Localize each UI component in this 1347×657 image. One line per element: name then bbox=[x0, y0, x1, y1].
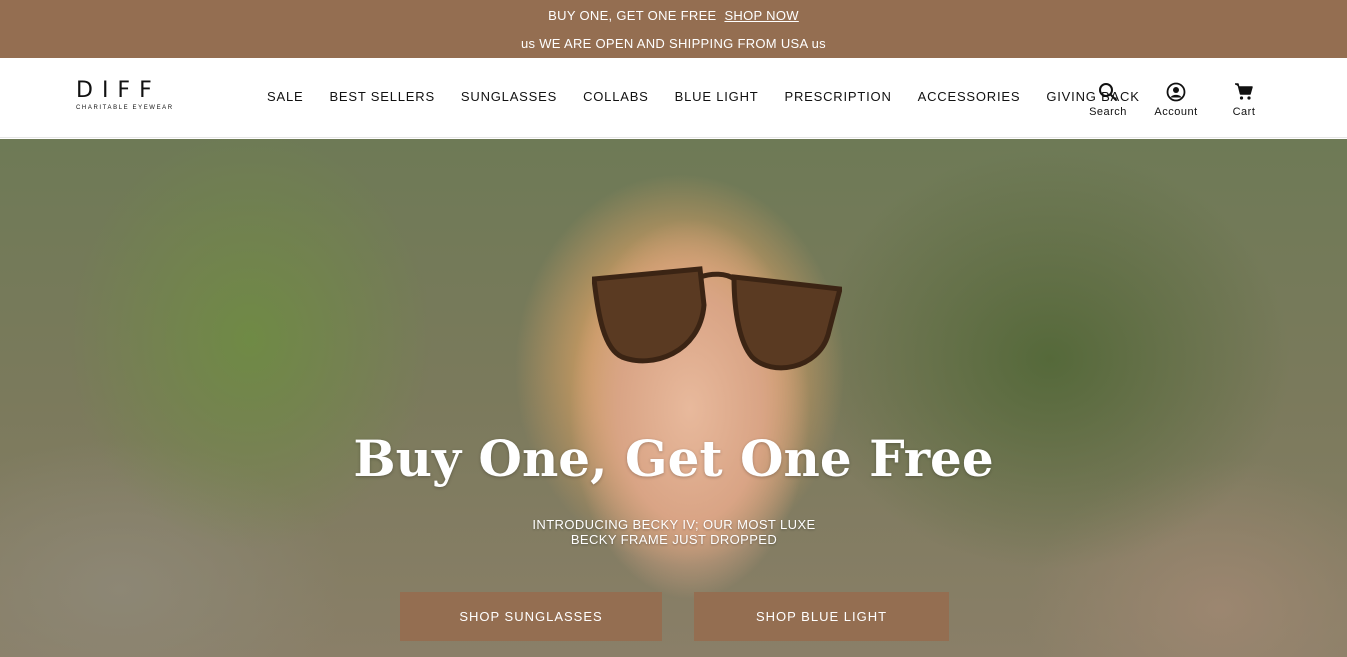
sunglasses-image bbox=[592, 266, 842, 371]
site-header: DIFF CHARITABLE EYEWEAR SALE BEST SELLER… bbox=[0, 58, 1347, 138]
account-label: Account bbox=[1154, 106, 1198, 118]
account-icon bbox=[1166, 82, 1186, 102]
search-icon bbox=[1099, 83, 1117, 101]
nav-item-best-sellers[interactable]: BEST SELLERS bbox=[329, 89, 434, 104]
cart-button[interactable]: Cart bbox=[1219, 82, 1269, 118]
hero-title: Buy One, Get One Free bbox=[353, 429, 994, 488]
hero-subtitle: INTRODUCING BECKY IV; OUR MOST LUXE BECK… bbox=[532, 517, 816, 547]
brand-tagline: CHARITABLE EYEWEAR bbox=[76, 105, 174, 111]
promo-row: BUY ONE, GET ONE FREE SHOP NOW bbox=[0, 8, 1347, 23]
main-nav: SALE BEST SELLERS SUNGLASSES COLLABS BLU… bbox=[267, 89, 1166, 104]
cart-icon bbox=[1235, 83, 1253, 100]
cart-label: Cart bbox=[1232, 106, 1256, 118]
search-label: Search bbox=[1089, 106, 1127, 118]
shop-sunglasses-button[interactable]: SHOP SUNGLASSES bbox=[400, 592, 662, 641]
hero-banner: Buy One, Get One Free INTRODUCING BECKY … bbox=[0, 139, 1347, 657]
promo-text: BUY ONE, GET ONE FREE bbox=[548, 8, 717, 23]
account-button[interactable]: Account bbox=[1151, 82, 1201, 118]
nav-item-collabs[interactable]: COLLABS bbox=[583, 89, 649, 104]
nav-item-prescription[interactable]: PRESCRIPTION bbox=[785, 89, 892, 104]
nav-item-accessories[interactable]: ACCESSORIES bbox=[918, 89, 1021, 104]
shipping-notice: us WE ARE OPEN AND SHIPPING FROM USA us bbox=[521, 36, 826, 51]
header-tools: Search Account Cart bbox=[1083, 82, 1269, 118]
brand-wordmark: DIFF bbox=[76, 78, 161, 103]
nav-item-sunglasses[interactable]: SUNGLASSES bbox=[461, 89, 557, 104]
nav-item-blue-light[interactable]: BLUE LIGHT bbox=[675, 89, 759, 104]
announcement-bar: BUY ONE, GET ONE FREE SHOP NOW us WE ARE… bbox=[0, 0, 1347, 58]
nav-item-sale[interactable]: SALE bbox=[267, 89, 303, 104]
search-button[interactable]: Search bbox=[1083, 82, 1133, 118]
shop-blue-light-button[interactable]: SHOP BLUE LIGHT bbox=[694, 592, 949, 641]
shop-now-link[interactable]: SHOP NOW bbox=[724, 8, 798, 23]
brand-logo[interactable]: DIFF CHARITABLE EYEWEAR bbox=[76, 79, 186, 119]
